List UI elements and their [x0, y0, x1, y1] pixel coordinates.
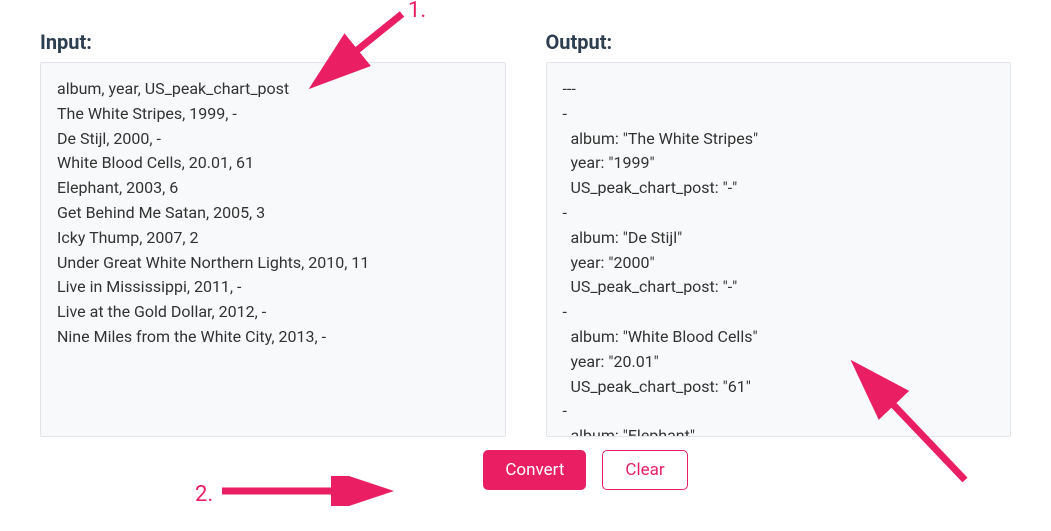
input-panel: Input: album, year, US_peak_chart_post T… [40, 30, 506, 437]
output-panel: Output: --- - album: "The White Stripes"… [546, 30, 1012, 437]
input-label: Input: [40, 30, 506, 54]
output-textarea[interactable]: --- - album: "The White Stripes" year: "… [546, 62, 1012, 437]
output-label: Output: [546, 30, 1012, 54]
clear-button[interactable]: Clear [602, 450, 687, 490]
convert-button[interactable]: Convert [483, 450, 586, 490]
input-textarea[interactable]: album, year, US_peak_chart_post The Whit… [40, 62, 506, 437]
button-row: Convert Clear [0, 450, 1051, 490]
